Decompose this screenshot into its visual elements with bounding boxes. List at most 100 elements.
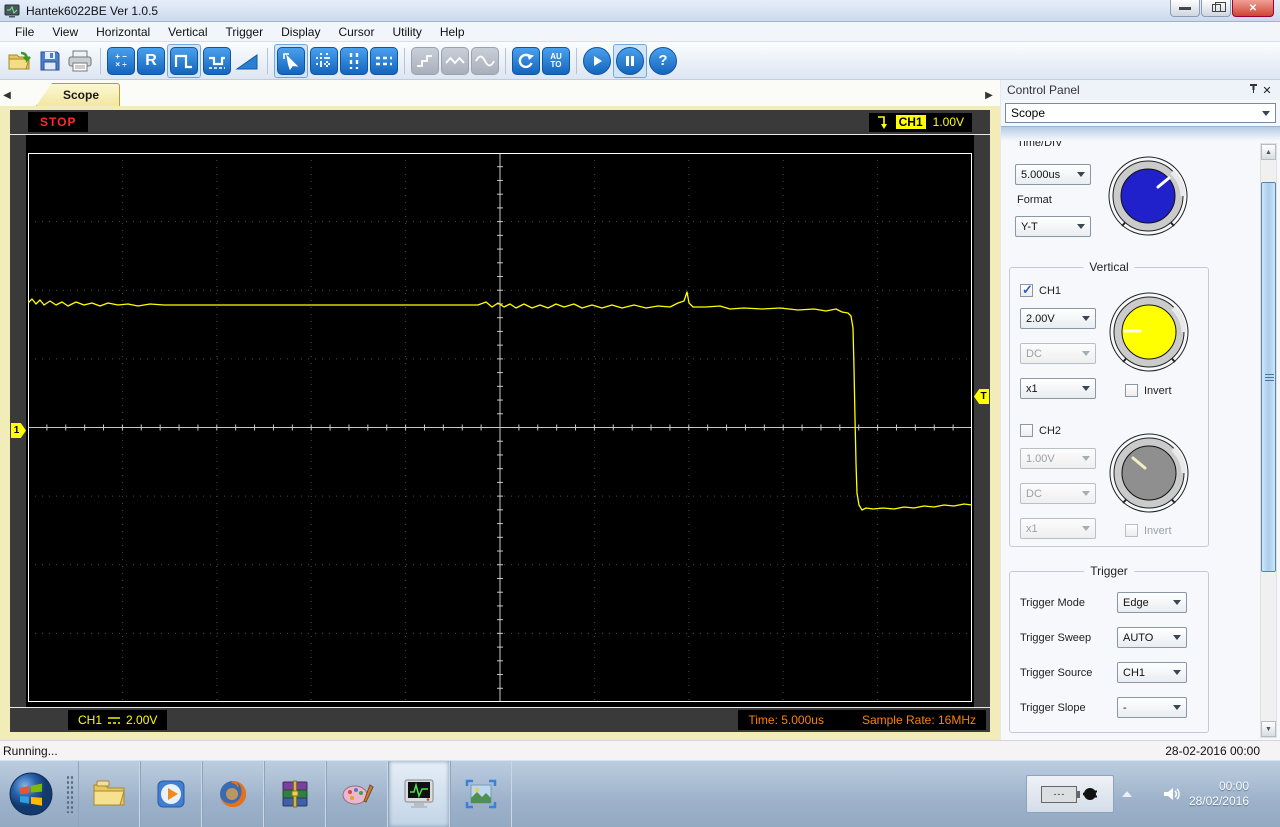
start-button[interactable] [583, 46, 611, 75]
save-button[interactable] [36, 47, 64, 75]
image-viewer-icon [465, 779, 497, 809]
pin-icon[interactable] [1246, 83, 1260, 97]
cursor-button[interactable] [277, 46, 305, 75]
menu-horizontal[interactable]: Horizontal [87, 23, 159, 41]
ch2-volt-select: 1.00V [1020, 448, 1096, 469]
taskbar-media-player[interactable] [140, 761, 202, 827]
start-button[interactable] [0, 761, 62, 827]
tab-scope[interactable]: Scope [36, 83, 121, 106]
menu-cursor[interactable]: Cursor [329, 23, 383, 41]
ch1-position-knob[interactable] [1107, 290, 1191, 374]
pause-button[interactable] [616, 46, 644, 75]
taskbar-paint[interactable] [326, 761, 388, 827]
left-gutter: 1 [10, 135, 26, 707]
scroll-up-icon[interactable]: ▲ [1261, 144, 1276, 160]
panel-mode-select[interactable]: Scope [1005, 103, 1276, 123]
taskbar-oscilloscope-app[interactable] [388, 761, 450, 827]
ch1-invert-checkbox[interactable] [1125, 384, 1138, 397]
scrollbar-thumb[interactable] [1261, 182, 1276, 572]
window-title: Hantek6022BE Ver 1.0.5 [26, 3, 159, 18]
plug-icon [1083, 788, 1098, 800]
timebase-knob[interactable] [1106, 154, 1190, 238]
chevron-down-icon [1082, 316, 1090, 321]
main-area: ◀ Scope ▶ STOP CH1 1.00V 1 T CH1 2.00V T… [0, 80, 1280, 740]
trigger-mode-select[interactable]: Edge [1117, 592, 1187, 613]
menu-vertical[interactable]: Vertical [159, 23, 216, 41]
cursor-wrap [274, 43, 308, 78]
panel-scrollbar[interactable]: ▲ ▼ [1260, 143, 1277, 738]
taskbar-winrar[interactable] [264, 761, 326, 827]
reference-button[interactable]: R [137, 46, 165, 75]
format-select[interactable]: Y-T [1015, 216, 1091, 237]
taskbar-explorer[interactable] [78, 761, 140, 827]
network-icon[interactable] [1140, 788, 1155, 801]
help-button[interactable]: ? [649, 46, 677, 75]
panel-close-icon[interactable]: ✕ [1260, 84, 1274, 97]
tray-expand-icon[interactable] [1121, 791, 1132, 797]
ch1-checkbox[interactable] [1020, 282, 1033, 298]
system-tray: --- 00:00 28/02/2016 [1025, 761, 1280, 827]
minimize-button[interactable] [1170, 0, 1200, 17]
ch2-enable-row[interactable]: CH2 [1020, 424, 1061, 437]
trigger-source-select[interactable]: CH1 [1117, 662, 1187, 683]
tab-scroll-left-icon[interactable]: ◀ [0, 90, 14, 106]
control-panel-header: Control Panel ✕ [1001, 80, 1280, 100]
ch1-enable-row[interactable]: CH1 [1020, 282, 1062, 298]
chevron-down-icon [1077, 224, 1085, 229]
auto-set-button[interactable]: AU TO [542, 46, 570, 75]
ch1-checkbox-label: CH1 [1039, 284, 1062, 297]
trigger-slope-select[interactable]: - [1117, 697, 1187, 718]
chevron-down-icon [1173, 705, 1181, 710]
pulse-low-button[interactable] [203, 46, 231, 75]
toolbar: + − × ÷ R AU TO ? [0, 42, 1280, 80]
vertical-cursors-button[interactable] [340, 46, 368, 75]
time-readout: Time: 5.000us Sample Rate: 16MHz [738, 710, 986, 730]
volume-icon[interactable] [1163, 786, 1181, 802]
trigger-group: Trigger Trigger Mode Edge Trigger Sweep … [1009, 564, 1209, 733]
taskbar-clock[interactable]: 00:00 28/02/2016 [1189, 779, 1249, 809]
chevron-down-icon [1082, 526, 1090, 531]
timebase-value: Time: 5.000us [748, 713, 824, 727]
trigger-source-label: Trigger Source [1020, 667, 1093, 679]
open-folder-icon [8, 51, 31, 69]
close-button[interactable]: ✕ [1232, 0, 1274, 17]
refresh-button[interactable] [512, 46, 540, 75]
taskbar-image-viewer[interactable] [450, 761, 512, 827]
ramp-icon [235, 53, 258, 69]
ch2-position-knob[interactable] [1107, 431, 1191, 515]
taskbar-grip [62, 761, 78, 827]
ch1-volt-select[interactable]: 2.00V [1020, 308, 1096, 329]
battery-indicator[interactable]: --- [1025, 775, 1114, 813]
trigger-sweep-select[interactable]: AUTO [1117, 627, 1187, 648]
menu-view[interactable]: View [43, 23, 87, 41]
scope-footer: CH1 2.00V Time: 5.000us Sample Rate: 16M… [10, 707, 990, 732]
menu-help[interactable]: Help [431, 23, 474, 41]
menu-utility[interactable]: Utility [383, 23, 430, 41]
ch1-label: CH1 [78, 713, 103, 727]
restore-button[interactable] [1201, 0, 1231, 17]
menu-trigger[interactable]: Trigger [217, 23, 273, 41]
winrar-icon [282, 780, 308, 808]
ch1-probe-select[interactable]: x1 [1020, 378, 1096, 399]
horizontal-cursors-button[interactable] [370, 46, 398, 75]
ramp-button[interactable] [233, 47, 261, 75]
ch2-checkbox[interactable] [1020, 424, 1033, 437]
time-div-select[interactable]: 5.000us [1015, 164, 1091, 185]
menu-file[interactable]: File [6, 23, 43, 41]
toolbar-separator [505, 47, 506, 74]
ch1-invert-row[interactable]: Invert [1125, 384, 1172, 397]
print-button[interactable] [66, 47, 94, 75]
open-button[interactable] [6, 47, 34, 75]
menu-display[interactable]: Display [272, 23, 329, 41]
ch1-position-marker[interactable]: 1 [11, 423, 26, 438]
grid-button[interactable] [310, 46, 338, 75]
pulse-high-button[interactable] [170, 46, 198, 75]
math-button[interactable]: + − × ÷ [107, 46, 135, 75]
tab-scroll-right-icon[interactable]: ▶ [982, 90, 996, 106]
explorer-folder-icon [93, 780, 125, 806]
ch2-invert-label: Invert [1144, 524, 1172, 537]
clock-date: 28/02/2016 [1188, 794, 1249, 808]
trigger-level-marker[interactable]: T [974, 389, 989, 404]
scroll-down-icon[interactable]: ▼ [1261, 721, 1276, 737]
taskbar-firefox[interactable] [202, 761, 264, 827]
